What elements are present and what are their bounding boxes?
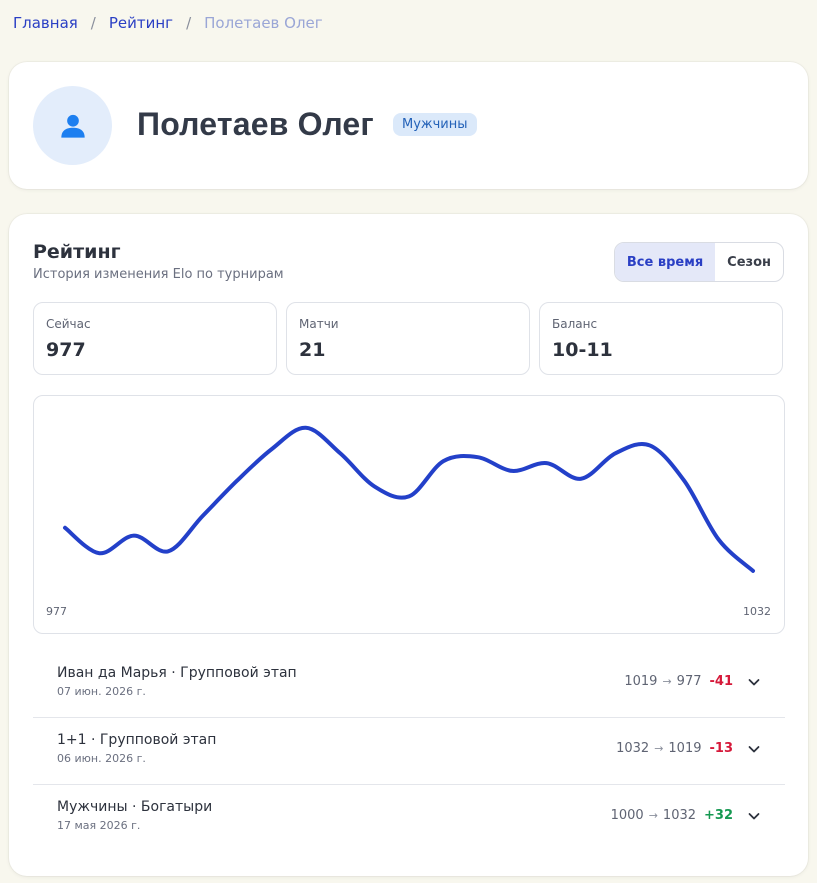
history-row-date: 07 июн. 2026 г.: [57, 685, 146, 698]
rating-subtitle: История изменения Elo по турнирам: [33, 267, 284, 282]
period-all-time-button[interactable]: Все время: [614, 243, 716, 281]
history-row-date: 06 июн. 2026 г.: [57, 752, 146, 765]
history-row-date: 17 мая 2026 г.: [57, 819, 141, 832]
arrow-right-icon: →: [654, 742, 664, 755]
user-icon: [60, 114, 85, 138]
profile-card: Полетаев Олег Мужчины: [9, 62, 808, 189]
breadcrumb-separator: /: [90, 14, 96, 32]
arrow-right-icon: →: [662, 675, 672, 688]
category-badge: Мужчины: [393, 113, 477, 136]
rating-delta: -13: [709, 741, 734, 756]
period-toggle: Все время Сезон: [613, 242, 784, 282]
rating-line: [63, 425, 755, 573]
chevron-down-icon[interactable]: [747, 809, 761, 823]
arrow-right-icon: →: [648, 809, 658, 822]
history-row-change: 1019 → 977 -41: [624, 674, 761, 689]
stat-label: Матчи: [299, 317, 339, 331]
stats-row: Сейчас 977 Матчи 21 Баланс 10-11: [33, 302, 783, 375]
rating-chart-svg: [63, 425, 755, 573]
history-row-change: 1032 → 1019 -13: [616, 741, 761, 756]
history-row[interactable]: Мужчины · Богатыри 17 мая 2026 г. 1000 →…: [33, 785, 785, 852]
rating-delta: +32: [704, 808, 733, 823]
rating-card: Рейтинг История изменения Elo по турнира…: [9, 214, 808, 876]
avatar: [33, 86, 112, 165]
rating-chart: 977 1032: [33, 395, 785, 634]
rating-to: 977: [676, 674, 702, 689]
stat-value: 21: [299, 339, 326, 361]
rating-to: 1019: [668, 741, 702, 756]
stat-matches: Матчи 21: [286, 302, 530, 375]
breadcrumb-home-link[interactable]: Главная: [13, 14, 78, 32]
rating-from: 1032: [616, 741, 650, 756]
history-row-title: Мужчины · Богатыри: [57, 799, 213, 815]
stat-current: Сейчас 977: [33, 302, 277, 375]
rating-from: 1000: [610, 808, 644, 823]
history-row-title: 1+1 · Групповой этап: [57, 732, 217, 748]
stat-label: Баланс: [552, 317, 598, 331]
stat-balance: Баланс 10-11: [539, 302, 783, 375]
rating-to: 1032: [662, 808, 697, 823]
rating-title: Рейтинг: [33, 241, 121, 263]
chevron-down-icon[interactable]: [747, 742, 761, 756]
rating-delta: -41: [709, 674, 734, 689]
breadcrumb-rating-link[interactable]: Рейтинг: [109, 14, 173, 32]
breadcrumb-current: Полетаев Олег: [204, 14, 323, 32]
stat-value: 977: [46, 339, 86, 361]
stat-value: 10-11: [552, 339, 613, 361]
stat-label: Сейчас: [46, 317, 91, 331]
history-row[interactable]: Иван да Марья · Групповой этап 07 июн. 2…: [33, 651, 785, 718]
history-list: Иван да Марья · Групповой этап 07 июн. 2…: [33, 651, 785, 852]
chart-max-label: 1032: [743, 605, 771, 618]
history-row[interactable]: 1+1 · Групповой этап 06 июн. 2026 г. 103…: [33, 718, 785, 785]
period-season-button[interactable]: Сезон: [715, 243, 783, 281]
chevron-down-icon[interactable]: [747, 675, 761, 689]
chart-min-label: 977: [46, 605, 67, 618]
history-row-change: 1000 → 1032 +32: [611, 808, 761, 823]
player-name: Полетаев Олег: [137, 106, 374, 142]
history-row-title: Иван да Марья · Групповой этап: [57, 665, 297, 681]
rating-from: 1019: [624, 674, 658, 689]
breadcrumb: Главная / Рейтинг / Полетаев Олег: [13, 14, 323, 32]
breadcrumb-separator: /: [186, 14, 192, 32]
